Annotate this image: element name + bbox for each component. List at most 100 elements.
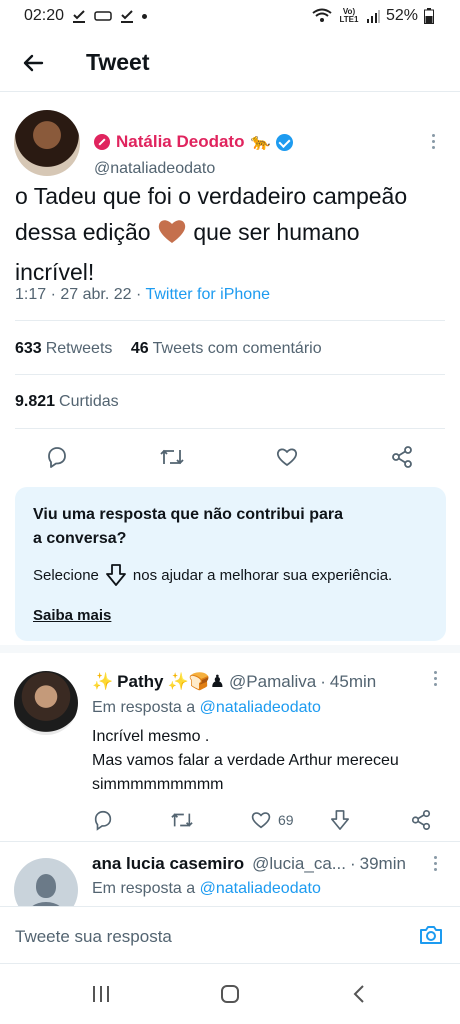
reply-tweet[interactable]: ana lucia casemiro @lucia_ca... · 39min … [0, 842, 460, 906]
tweet-source[interactable]: Twitter for iPhone [145, 286, 270, 303]
more-options-icon[interactable] [434, 856, 438, 871]
reply-text: Incrível mesmo . Mas vamos falar a verda… [92, 725, 442, 797]
reply-tweet[interactable]: ✨ Pathy ✨🍞♟ @Pamaliva · 45min Em respost… [0, 655, 460, 840]
like-count: 69 [278, 812, 294, 828]
downvote-arrow-icon [331, 810, 349, 830]
reply-icon [94, 810, 112, 831]
more-options-icon[interactable] [434, 671, 438, 686]
share-button[interactable] [410, 805, 432, 835]
heart-icon [251, 812, 271, 829]
reply-input[interactable]: Tweete sua resposta [15, 927, 172, 947]
wifi-icon [312, 8, 332, 22]
name-emoji: ✨ [92, 672, 114, 691]
quote-tweets-stat[interactable]: 46 Tweets com comentário [131, 340, 322, 357]
retweet-button[interactable] [170, 805, 194, 835]
tweet-author: Natália Deodato 🐆 @nataliadeodato [14, 110, 446, 180]
more-options-icon[interactable] [432, 134, 436, 149]
likes-stat[interactable]: 9.821 Curtidas [15, 393, 119, 411]
engagement-stats: 633 Retweets 46 Tweets com comentário [15, 340, 322, 358]
mention-link[interactable]: @nataliadeodato [200, 699, 321, 716]
retweets-stat[interactable]: 633 Retweets [15, 340, 112, 357]
camera-icon [420, 926, 442, 944]
mention-link[interactable]: @nataliadeodato [200, 880, 321, 897]
home-button[interactable] [215, 982, 245, 1006]
battery-percent: 52% [385, 7, 418, 24]
download-done-icon [121, 10, 134, 23]
notification-icon [94, 11, 112, 21]
reply-button[interactable] [92, 805, 114, 835]
tweet-date: 27 abr. 22 [60, 286, 132, 303]
author-emoji: 🐆 [250, 134, 271, 151]
notice-body-prefix: Selecione [33, 566, 99, 584]
notice-title: Viu uma resposta que não contribui para … [33, 506, 343, 547]
author-name[interactable]: Natália Deodato [116, 132, 244, 152]
reply-feedback-notice: Viu uma resposta que não contribui para … [15, 487, 446, 641]
tweet-text: o Tadeu que foi o verdadeiro campeão des… [15, 178, 445, 290]
verified-badge-icon [276, 133, 294, 151]
label-icon [94, 134, 110, 150]
tweet-time: 1:17 [15, 286, 47, 303]
retweet-icon [160, 449, 184, 465]
download-done-icon [73, 10, 86, 23]
back-button[interactable] [0, 34, 66, 92]
reply-button[interactable] [42, 442, 72, 472]
avatar[interactable] [14, 858, 78, 906]
section-separator [0, 645, 460, 653]
camera-button[interactable] [418, 923, 444, 952]
reply-time-separator: · [320, 672, 326, 691]
avatar[interactable] [14, 110, 80, 176]
reply-icon [48, 447, 66, 468]
author-handle[interactable]: @nataliadeodato [94, 160, 215, 178]
learn-more-link[interactable]: Saiba mais [33, 607, 111, 624]
chevron-left-icon [353, 985, 364, 1003]
tweet-actions [0, 436, 460, 480]
reply-author-handle[interactable]: @Pamaliva [229, 672, 316, 692]
recent-apps-button[interactable] [86, 982, 116, 1006]
notice-body: Selecione nos ajudar a melhorar sua expe… [33, 563, 392, 587]
downvote-button[interactable] [330, 805, 350, 835]
page-title: Tweet [86, 49, 150, 75]
reply-actions: 69 [92, 805, 442, 835]
retweet-icon [171, 813, 193, 827]
meta-separator: · [136, 286, 142, 303]
notice-body-suffix: nos ajudar a melhorar sua experiência. [132, 566, 393, 584]
downvote-arrow-icon [105, 564, 126, 586]
brown-heart-emoji [157, 218, 187, 254]
divider [15, 374, 445, 375]
reply-author-handle[interactable]: @lucia_ca... [252, 854, 346, 874]
meta-separator: · [50, 286, 56, 303]
battery-icon [424, 8, 434, 24]
arrow-left-icon [23, 54, 44, 71]
share-icon [411, 810, 431, 830]
share-button[interactable] [387, 442, 417, 472]
reply-to: Em resposta a @nataliadeodato [92, 699, 321, 716]
reply-author-name[interactable]: ana lucia casemiro [92, 854, 244, 874]
like-button[interactable] [272, 442, 302, 472]
home-icon [221, 985, 239, 1003]
like-button[interactable]: 69 [250, 805, 294, 835]
status-bar: 02:20 Vo) LTE1 52% [0, 0, 460, 32]
app-header: Tweet [0, 34, 460, 92]
divider [15, 428, 445, 429]
tweet-meta: 1:17 · 27 abr. 22 · Twitter for iPhone [15, 286, 270, 304]
system-nav-bar [0, 964, 460, 1024]
name-emoji: ✨🍞♟ [167, 672, 226, 691]
heart-icon [276, 448, 298, 466]
reply-composer[interactable]: Tweete sua resposta [0, 906, 460, 964]
reply-header: ✨ Pathy ✨🍞♟ @Pamaliva · 45min [92, 672, 376, 692]
reply-time-separator: · [349, 854, 356, 873]
reply-time: 39min [359, 854, 406, 873]
retweet-button[interactable] [157, 442, 187, 472]
reply-text-line: Mas vamos falar a verdade Arthur mereceu… [92, 752, 399, 793]
share-icon [392, 446, 412, 468]
status-time: 02:20 [24, 7, 65, 24]
more-notifications-icon [142, 13, 148, 19]
reply-header: ana lucia casemiro @lucia_ca... · 39min [92, 854, 406, 874]
back-nav-button[interactable] [344, 982, 374, 1006]
reply-text-line: Incrível mesmo . [92, 728, 210, 745]
reply-author-name[interactable]: Pathy [117, 672, 163, 692]
recent-apps-icon [93, 986, 109, 1002]
network-label: Vo) LTE1 [339, 7, 359, 24]
divider [15, 320, 445, 321]
avatar[interactable] [14, 671, 78, 735]
